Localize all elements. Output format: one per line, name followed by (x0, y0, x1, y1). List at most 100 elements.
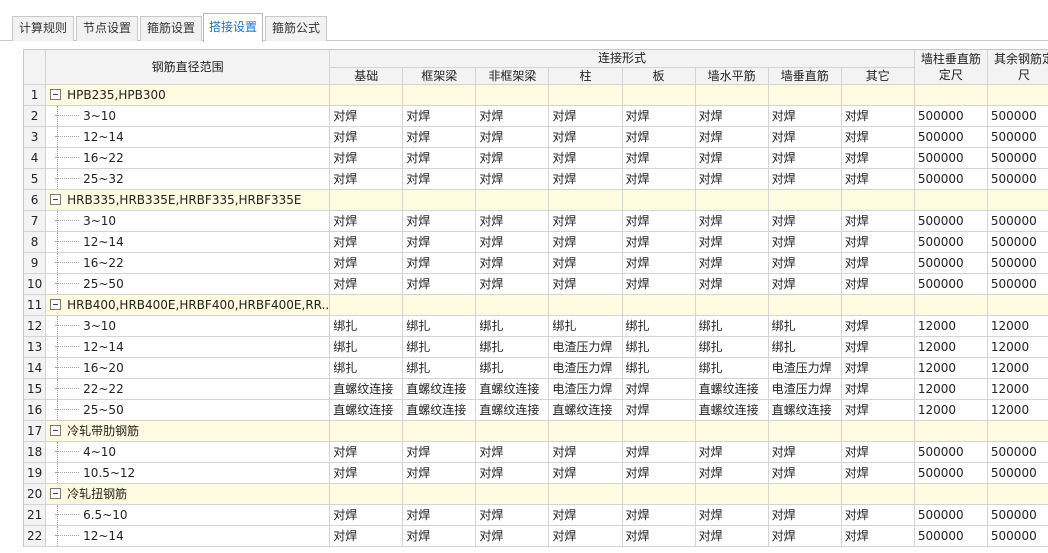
connection-cell[interactable]: 对焊 (622, 252, 696, 274)
connection-cell[interactable]: 对焊 (329, 105, 404, 127)
collapse-icon[interactable] (50, 193, 62, 205)
connection-cell[interactable]: 直螺纹连接 (695, 378, 769, 400)
grade-group-row[interactable]: 11 HRB400,HRB400E,HRBF400,HRBF400E,RR... (24, 294, 1048, 316)
grade-group-name[interactable]: 冷轧扭钢筋 (45, 483, 331, 505)
connection-cell[interactable] (768, 189, 842, 211)
length-cell[interactable]: 500000 (987, 252, 1048, 274)
connection-cell[interactable]: 对焊 (475, 210, 550, 232)
connection-cell[interactable] (402, 189, 477, 211)
connection-cell[interactable] (695, 483, 769, 505)
connection-cell[interactable]: 对焊 (329, 126, 404, 148)
connection-cell[interactable]: 对焊 (402, 462, 477, 484)
connection-cell[interactable]: 绑扎 (475, 315, 550, 337)
connection-cell[interactable] (475, 420, 550, 442)
connection-cell[interactable]: 对焊 (622, 504, 696, 526)
connection-cell[interactable]: 对焊 (329, 525, 404, 547)
length-cell[interactable]: 500000 (914, 126, 988, 148)
connection-cell[interactable]: 直螺纹连接 (329, 399, 404, 421)
connection-cell[interactable]: 对焊 (841, 336, 915, 358)
grade-group-name[interactable]: HRB400,HRB400E,HRBF400,HRBF400E,RR... (45, 294, 331, 316)
connection-cell[interactable]: 对焊 (841, 378, 915, 400)
connection-cell[interactable]: 对焊 (548, 462, 623, 484)
length-cell[interactable]: 500000 (914, 231, 988, 253)
connection-cell[interactable] (841, 420, 915, 442)
connection-cell[interactable] (548, 294, 623, 316)
connection-cell[interactable]: 对焊 (329, 210, 404, 232)
connection-cell[interactable]: 对焊 (695, 210, 769, 232)
length-cell[interactable] (987, 483, 1048, 505)
connection-cell[interactable]: 对焊 (329, 441, 404, 463)
connection-cell[interactable]: 对焊 (329, 273, 404, 295)
connection-cell[interactable] (548, 189, 623, 211)
diameter-range[interactable]: 25~50 (45, 273, 331, 295)
table-row[interactable]: 19 10.5~12 对焊 对焊 对焊 对焊 对焊 对焊 对焊 对焊 500000 500000 (24, 462, 1048, 484)
diameter-range[interactable]: 16~22 (45, 147, 331, 169)
connection-cell[interactable]: 对焊 (841, 147, 915, 169)
connection-cell[interactable] (841, 189, 915, 211)
connection-cell[interactable]: 对焊 (768, 105, 842, 127)
connection-col-header[interactable]: 基础 (329, 67, 404, 85)
connection-cell[interactable]: 绑扎 (622, 315, 696, 337)
length-cell[interactable]: 12000 (987, 336, 1048, 358)
connection-cell[interactable]: 对焊 (768, 525, 842, 547)
diameter-range[interactable]: 12~14 (45, 336, 331, 358)
diameter-range[interactable]: 3~10 (45, 105, 331, 127)
length-cell[interactable] (914, 483, 988, 505)
connection-cell[interactable] (768, 294, 842, 316)
collapse-icon[interactable] (50, 425, 62, 436)
diameter-range[interactable]: 16~22 (45, 252, 331, 274)
connection-cell[interactable] (402, 483, 477, 505)
connection-cell[interactable] (402, 294, 477, 316)
length-cell[interactable] (987, 420, 1048, 442)
connection-cell[interactable]: 对焊 (402, 504, 477, 526)
diameter-range[interactable]: 22~22 (45, 378, 331, 400)
tab-stirrup-formula[interactable]: 箍筋公式 (265, 16, 327, 41)
connection-cell[interactable]: 对焊 (841, 126, 915, 148)
connection-cell[interactable]: 对焊 (475, 462, 550, 484)
connection-cell[interactable]: 直螺纹连接 (768, 399, 842, 421)
length-cell[interactable] (914, 294, 988, 316)
diameter-range[interactable]: 3~10 (45, 210, 331, 232)
table-row[interactable]: 12 3~10 绑扎 绑扎 绑扎 绑扎 绑扎 绑扎 绑扎 对焊 12000 12000 (24, 315, 1048, 337)
length-cell[interactable]: 500000 (987, 525, 1048, 547)
connection-cell[interactable]: 直螺纹连接 (475, 378, 550, 400)
connection-cell[interactable] (402, 420, 477, 442)
length-cell[interactable]: 500000 (914, 525, 988, 547)
connection-cell[interactable] (548, 84, 623, 106)
connection-cell[interactable]: 对焊 (622, 210, 696, 232)
length-cell[interactable]: 500000 (914, 504, 988, 526)
connection-cell[interactable]: 对焊 (402, 231, 477, 253)
connection-cell[interactable]: 对焊 (695, 252, 769, 274)
length-cell[interactable] (987, 84, 1048, 106)
table-row[interactable]: 18 4~10 对焊 对焊 对焊 对焊 对焊 对焊 对焊 对焊 500000 500000 (24, 441, 1048, 463)
connection-cell[interactable]: 对焊 (329, 252, 404, 274)
table-row[interactable]: 9 16~22 对焊 对焊 对焊 对焊 对焊 对焊 对焊 对焊 500000 500000 (24, 252, 1048, 274)
other-length-header[interactable]: 其余钢筋定 尺 (987, 50, 1048, 85)
connection-cell[interactable]: 对焊 (841, 231, 915, 253)
connection-cell[interactable]: 对焊 (402, 273, 477, 295)
connection-cell[interactable]: 对焊 (768, 504, 842, 526)
length-cell[interactable]: 500000 (987, 126, 1048, 148)
tab-node-settings[interactable]: 节点设置 (76, 16, 138, 41)
connection-cell[interactable]: 对焊 (475, 273, 550, 295)
connection-cell[interactable]: 对焊 (475, 441, 550, 463)
connection-cell[interactable]: 对焊 (841, 252, 915, 274)
connection-cell[interactable]: 对焊 (548, 252, 623, 274)
diameter-range[interactable]: 12~14 (45, 231, 331, 253)
connection-cell[interactable]: 对焊 (548, 441, 623, 463)
table-row[interactable]: 5 25~32 对焊 对焊 对焊 对焊 对焊 对焊 对焊 对焊 500000 500000 (24, 168, 1048, 190)
connection-cell[interactable]: 对焊 (841, 168, 915, 190)
connection-cell[interactable]: 对焊 (841, 357, 915, 379)
connection-cell[interactable]: 对焊 (841, 210, 915, 232)
length-cell[interactable]: 12000 (914, 399, 988, 421)
length-cell[interactable]: 500000 (987, 105, 1048, 127)
connection-cell[interactable]: 对焊 (841, 273, 915, 295)
connection-cell[interactable]: 对焊 (768, 441, 842, 463)
connection-cell[interactable]: 对焊 (841, 399, 915, 421)
connection-cell[interactable]: 对焊 (548, 273, 623, 295)
connection-cell[interactable]: 绑扎 (475, 336, 550, 358)
connection-cell[interactable]: 对焊 (475, 231, 550, 253)
diameter-range[interactable]: 3~10 (45, 315, 331, 337)
length-cell[interactable]: 12000 (914, 336, 988, 358)
connection-cell[interactable] (475, 294, 550, 316)
